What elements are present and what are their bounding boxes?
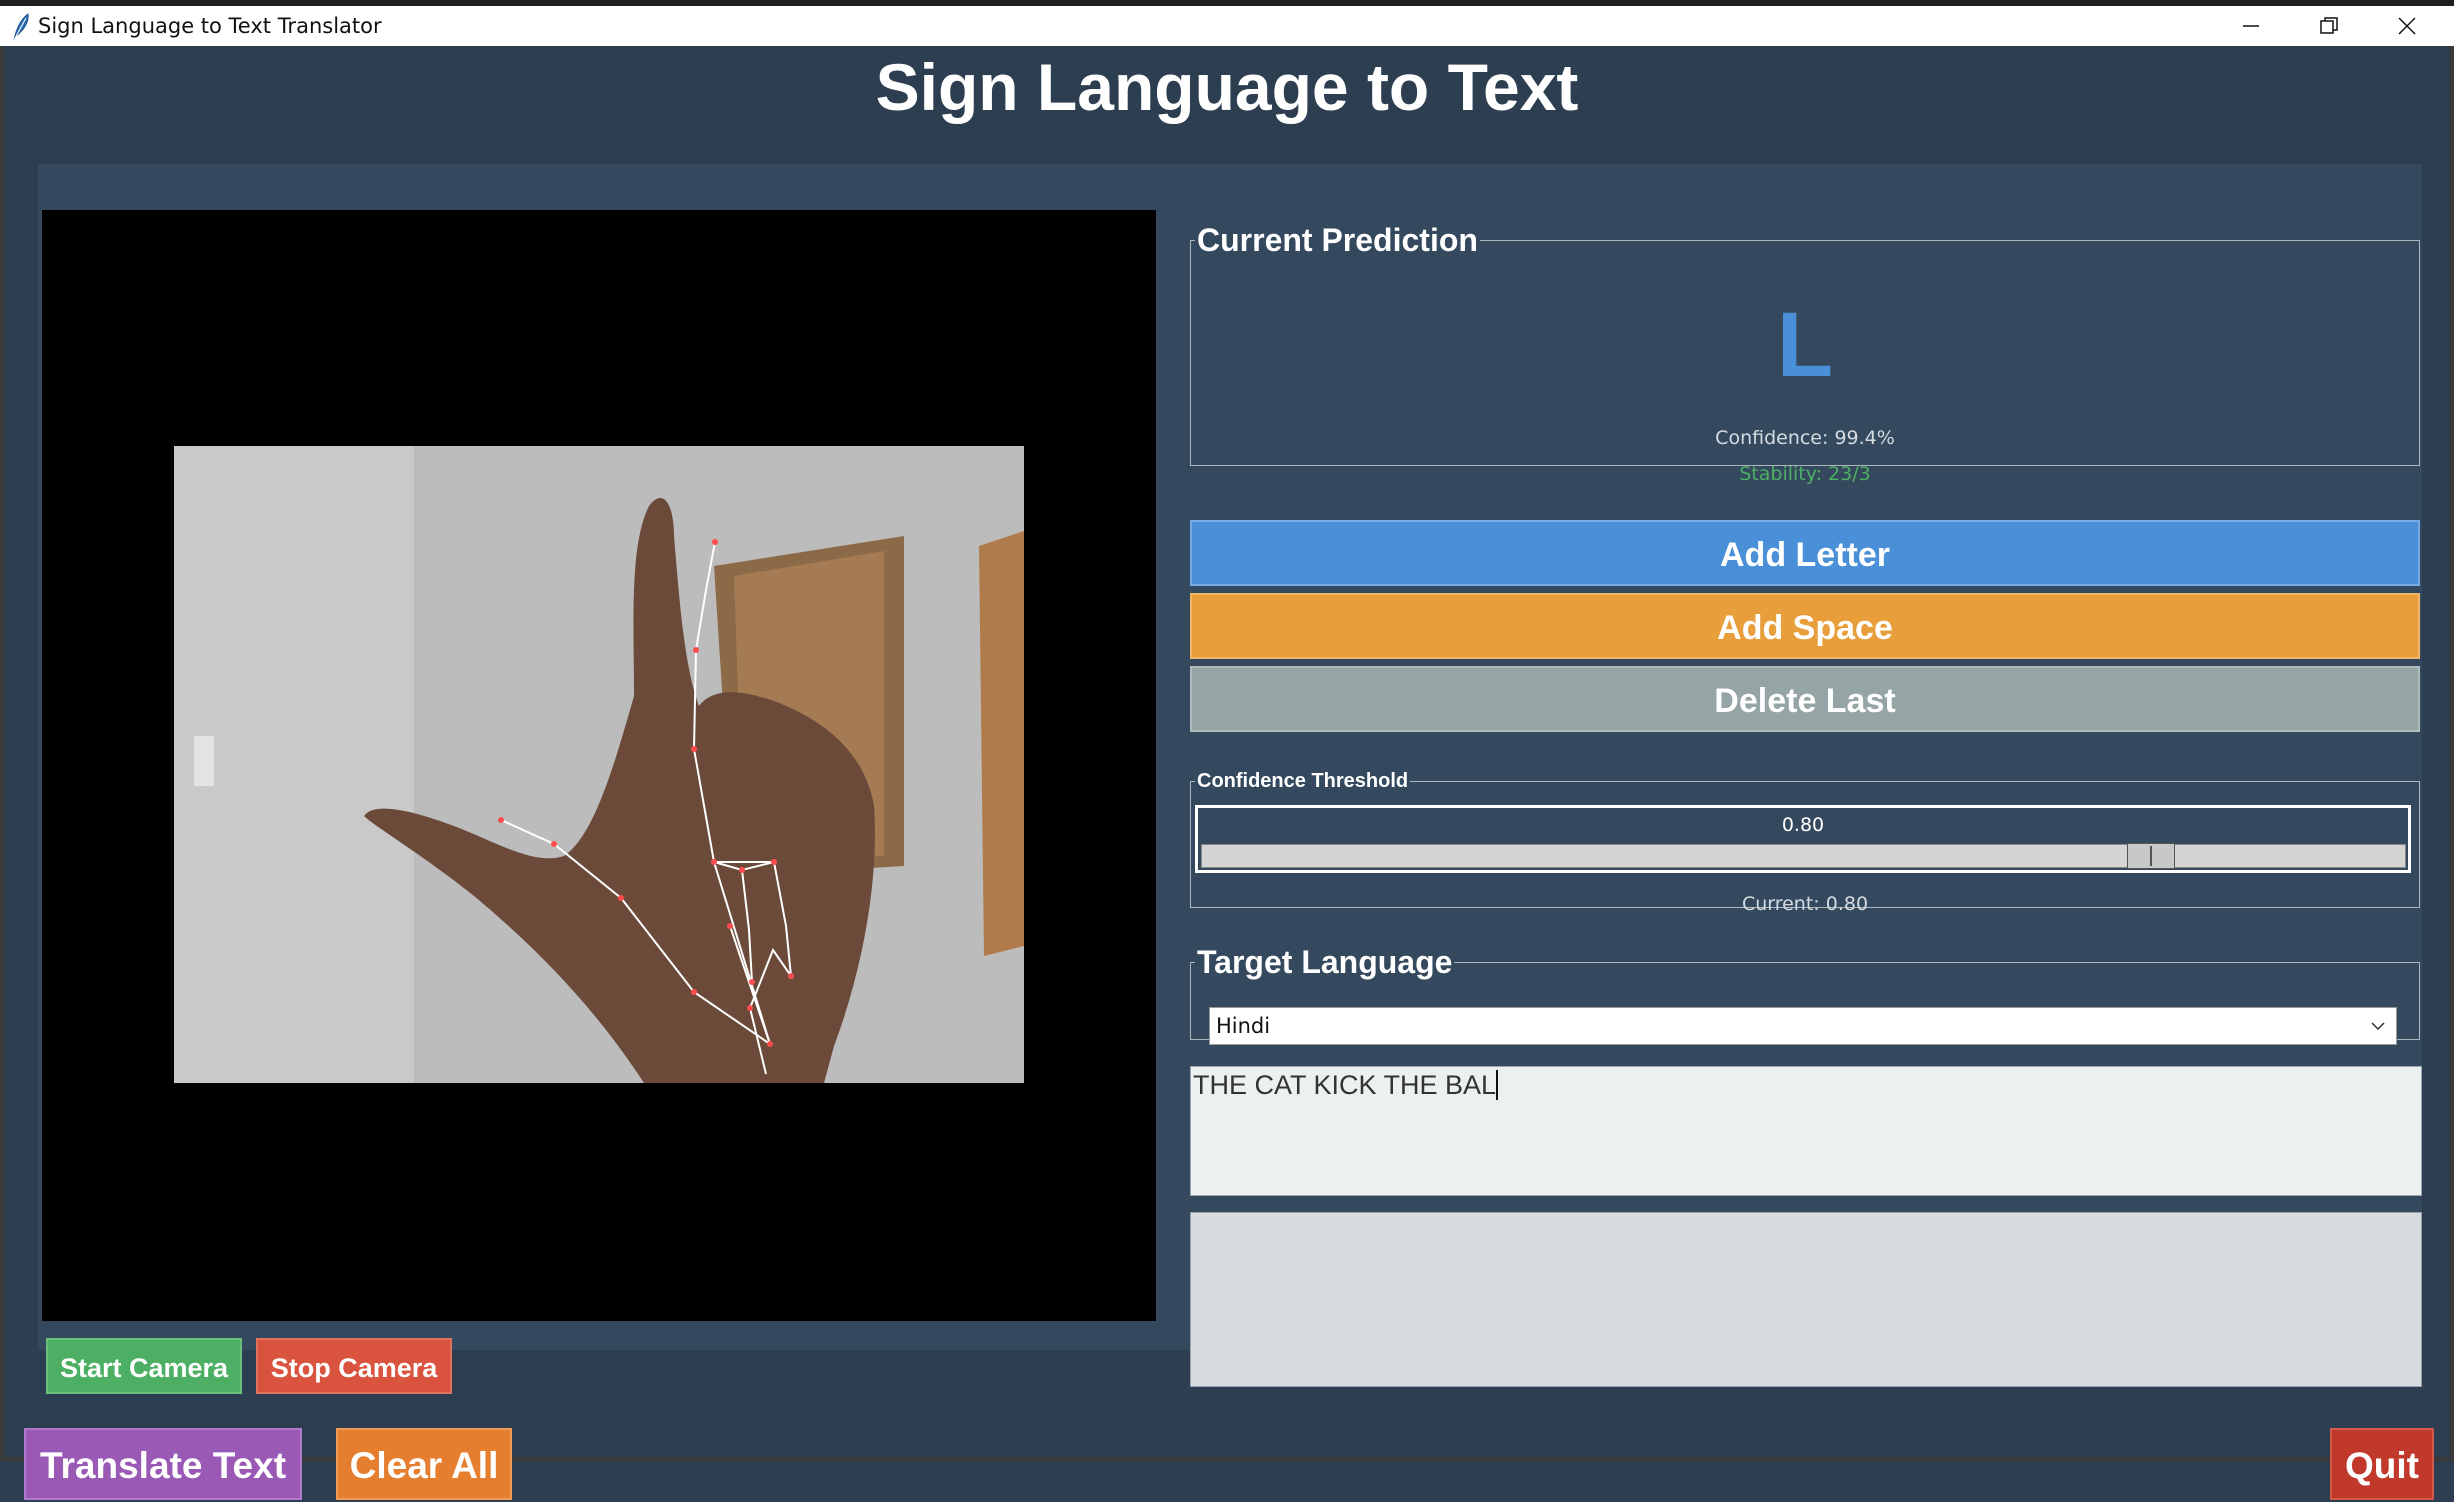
app-window: Sign Language to Text Start Camera Stop … (4, 46, 2450, 1500)
minimize-button[interactable] (2212, 6, 2290, 46)
target-language-group: Target Language Hindi (1190, 944, 2420, 1045)
feather-icon (10, 12, 32, 42)
clear-all-button[interactable]: Clear All (336, 1428, 512, 1500)
composed-text-area[interactable]: THE CAT KICK THE BAL (1190, 1066, 2422, 1196)
predicted-letter: L (1776, 294, 1834, 396)
translation-output-area[interactable] (1190, 1212, 2422, 1387)
stability-text: Stability: 23/3 (1739, 463, 1871, 485)
camera-feed-image (174, 446, 1024, 1083)
restore-button[interactable] (2290, 6, 2368, 46)
target-language-label: Target Language (1197, 944, 1453, 980)
slider-trough[interactable] (1201, 844, 2406, 868)
chevron-down-icon[interactable] (2370, 1019, 2386, 1033)
confidence-threshold-group: Confidence Threshold 0.80 Current: 0.80 (1190, 770, 2420, 915)
language-select[interactable]: Hindi (1209, 1007, 2397, 1045)
current-threshold-text: Current: 0.80 (1741, 893, 1869, 915)
quit-button[interactable]: Quit (2330, 1428, 2434, 1500)
slider-value-label: 0.80 (1781, 814, 1825, 836)
add-letter-button[interactable]: Add Letter (1190, 520, 2420, 586)
camera-view (42, 210, 1156, 1321)
add-space-button[interactable]: Add Space (1190, 593, 2420, 659)
current-prediction-label: Current Prediction (1197, 222, 1478, 258)
window-border-right (2450, 46, 2454, 1461)
app-heading: Sign Language to Text (875, 50, 1579, 124)
delete-last-button[interactable]: Delete Last (1190, 666, 2420, 732)
confidence-threshold-slider[interactable]: 0.80 (1195, 805, 2411, 873)
translate-text-button[interactable]: Translate Text (24, 1428, 302, 1500)
confidence-text: Confidence: 99.4% (1715, 427, 1895, 449)
stop-camera-button[interactable]: Stop Camera (256, 1338, 452, 1394)
start-camera-button[interactable]: Start Camera (46, 1338, 242, 1394)
close-button[interactable] (2368, 6, 2446, 46)
restore-icon (2320, 17, 2338, 34)
confidence-threshold-label: Confidence Threshold (1197, 770, 1409, 792)
minimize-icon (2243, 25, 2259, 27)
current-prediction-group: Current Prediction L Confidence: 99.4% S… (1190, 222, 2420, 485)
window-title-bar: Sign Language to Text Translator (0, 0, 2454, 46)
composed-text: THE CAT KICK THE BAL (1193, 1070, 1499, 1100)
close-icon (2398, 17, 2416, 35)
text-cursor (1496, 1070, 1499, 1100)
window-title: Sign Language to Text Translator (38, 14, 382, 38)
language-select-value: Hindi (1216, 1014, 1271, 1038)
slider-handle[interactable] (2126, 843, 2175, 869)
